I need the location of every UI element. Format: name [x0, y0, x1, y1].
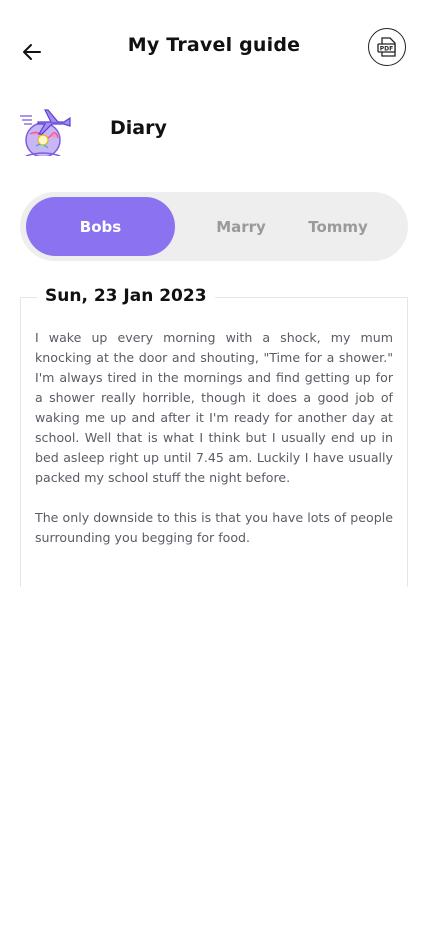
- entry-paragraph: I wake up every morning with a shock, my…: [35, 330, 393, 485]
- entry-date: Sun, 23 Jan 2023: [37, 286, 215, 306]
- page-title: My Travel guide: [127, 34, 301, 56]
- tab-marry[interactable]: Marry: [190, 197, 292, 256]
- entry-text: I wake up every morning with a shock, my…: [35, 328, 393, 568]
- pdf-icon: PDF: [377, 37, 396, 57]
- pdf-export-button[interactable]: PDF: [368, 28, 406, 66]
- entry-paragraph: The only downside to this is that you ha…: [35, 510, 393, 545]
- section-label: Diary: [110, 117, 167, 139]
- svg-text:PDF: PDF: [380, 45, 393, 52]
- tab-bobs[interactable]: Bobs: [26, 197, 175, 256]
- travel-plane-globe-icon: [20, 109, 71, 156]
- diary-section: Diary: [0, 100, 428, 160]
- app-header: My Travel guide PDF: [0, 0, 428, 100]
- person-tabs: Bobs Marry Tommy: [20, 192, 408, 261]
- tab-tommy[interactable]: Tommy: [292, 197, 384, 256]
- diary-entry-card: Sun, 23 Jan 2023 I wake up every morning…: [20, 286, 408, 587]
